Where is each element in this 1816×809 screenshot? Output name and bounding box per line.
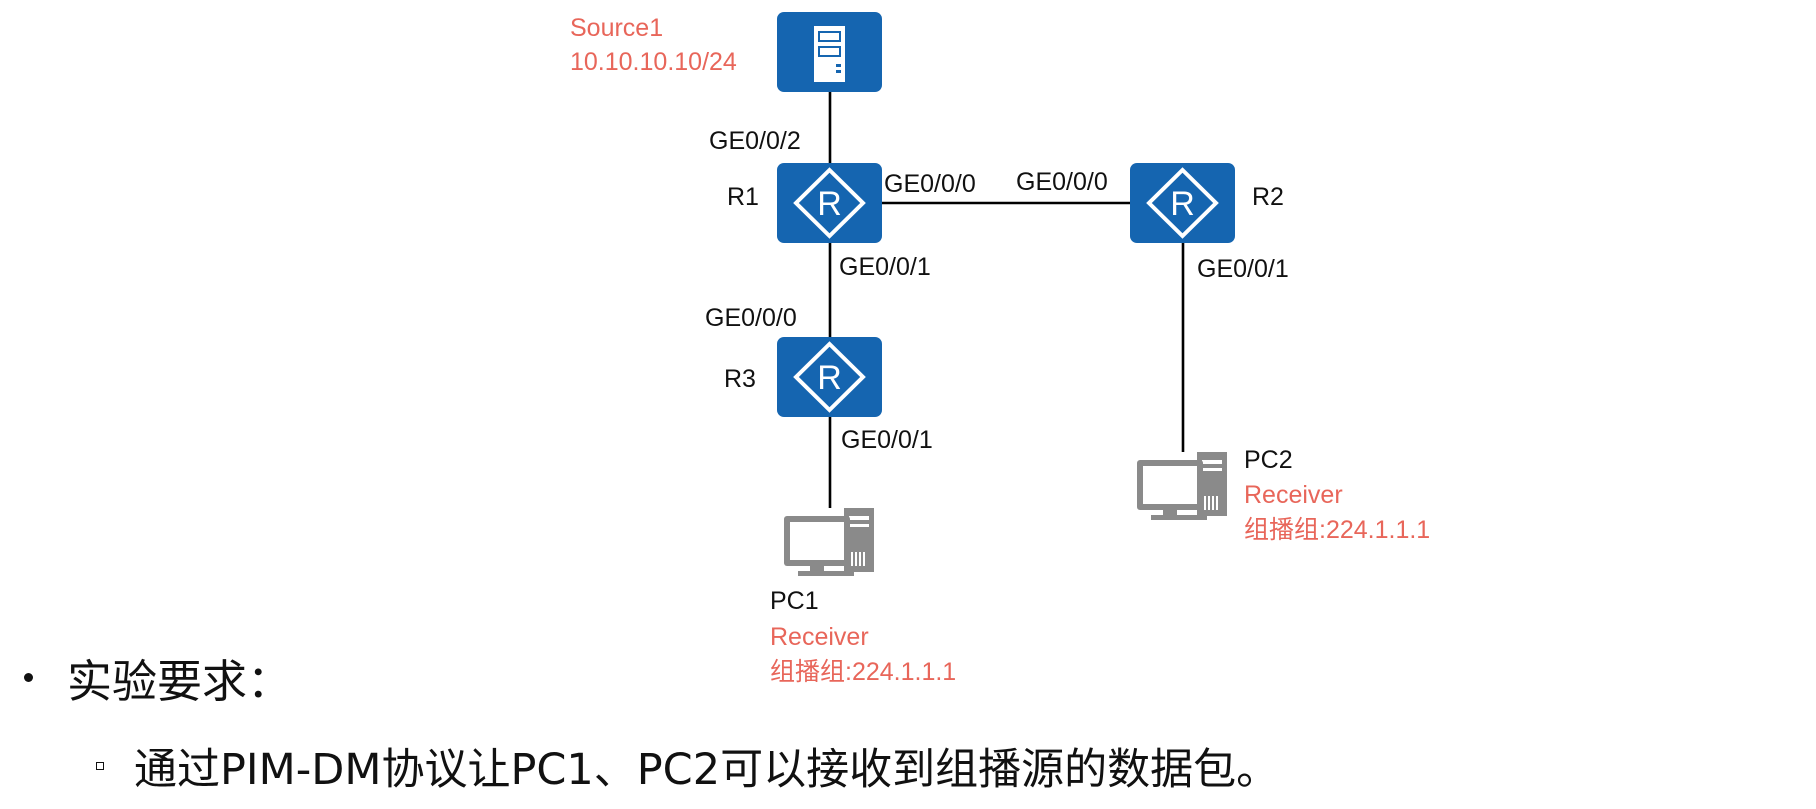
pc2-computer-icon[interactable] (1137, 452, 1227, 520)
r3-ge000-label: GE0/0/0 (705, 304, 797, 332)
pc2-name-label: PC2 (1244, 446, 1293, 474)
pc1-role-label: Receiver (770, 623, 869, 651)
r1-ge000-label: GE0/0/0 (884, 170, 976, 198)
r1-ge002-label: GE0/0/2 (709, 127, 801, 155)
r3-ge001-label: GE0/0/1 (841, 426, 933, 454)
r3-name-label: R3 (724, 365, 756, 393)
r1-router-icon[interactable] (775, 161, 884, 245)
r1-name-label: R1 (727, 183, 759, 211)
source-name-label: Source1 (570, 14, 663, 42)
source-ip-label: 10.10.10.10/24 (570, 48, 737, 76)
pc2-role-label: Receiver (1244, 481, 1343, 509)
r2-ge001-label: GE0/0/1 (1197, 255, 1289, 283)
pc1-group-label: 组播组:224.1.1.1 (770, 658, 956, 686)
r2-router-icon[interactable] (1128, 161, 1237, 245)
r1-ge001-label: GE0/0/1 (839, 253, 931, 281)
network-topology-diagram: R Source1 10.10.10.10/24 R1 GE0/0/2 GE0/… (570, 12, 1430, 686)
pc1-computer-icon[interactable] (784, 508, 874, 576)
r3-router-icon[interactable] (775, 335, 884, 419)
r2-ge000-label: GE0/0/0 (1016, 168, 1108, 196)
pc1-name-label: PC1 (770, 587, 819, 615)
source-server-icon[interactable] (777, 12, 882, 92)
pc2-group-label: 组播组:224.1.1.1 (1244, 516, 1430, 544)
r2-name-label: R2 (1252, 183, 1284, 211)
